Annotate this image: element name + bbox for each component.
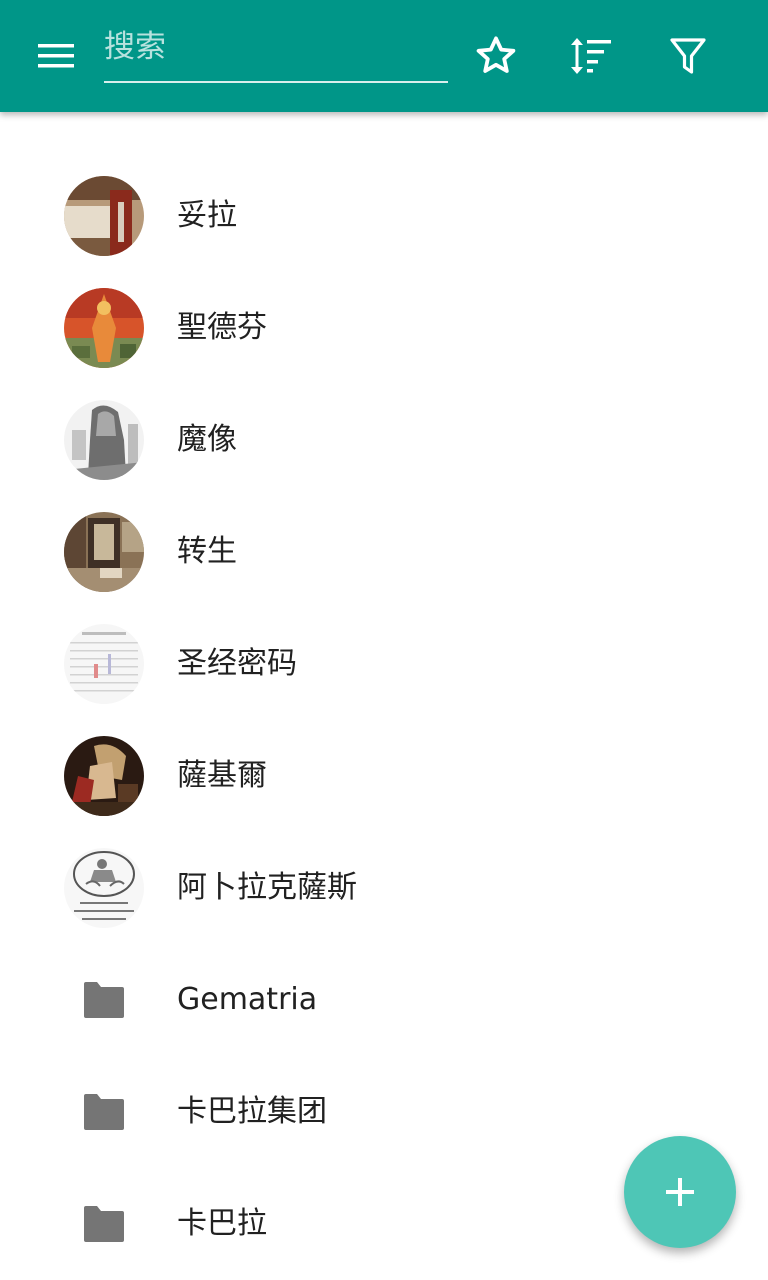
list-item-label: 聖德芬 bbox=[177, 310, 267, 345]
folder-icon bbox=[82, 1092, 126, 1132]
star-outline-icon bbox=[476, 36, 516, 73]
list-item-torah[interactable]: 妥拉 bbox=[0, 160, 768, 272]
favorites-button[interactable] bbox=[472, 32, 520, 80]
list-item-label: 卡巴拉集团 bbox=[177, 1094, 327, 1129]
list-item-label: 薩基爾 bbox=[177, 758, 267, 793]
list-item-label: 阿卜拉克薩斯 bbox=[177, 870, 357, 905]
add-button[interactable] bbox=[624, 1136, 736, 1248]
avatar bbox=[64, 736, 144, 816]
item-list: 妥拉 聖德芬 魔像 转生 圣经密码 薩基爾 阿卜拉克薩斯 Gematria 卡巴… bbox=[0, 160, 768, 1280]
search-field bbox=[104, 26, 448, 83]
avatar bbox=[64, 624, 144, 704]
list-item-folder-gematria[interactable]: Gematria bbox=[0, 944, 768, 1056]
app-bar bbox=[0, 0, 768, 112]
list-item-label: 魔像 bbox=[177, 422, 237, 457]
list-item-label: Gematria bbox=[177, 982, 318, 1017]
list-item-label: 妥拉 bbox=[177, 198, 237, 233]
list-item-label: 圣经密码 bbox=[177, 646, 297, 681]
folder-icon bbox=[82, 980, 126, 1020]
list-item-label: 转生 bbox=[177, 534, 237, 569]
filter-icon bbox=[670, 38, 706, 74]
list-item-sandalphon[interactable]: 聖德芬 bbox=[0, 272, 768, 384]
filter-button[interactable] bbox=[664, 32, 712, 80]
folder-icon bbox=[82, 1204, 126, 1244]
menu-icon bbox=[38, 44, 74, 68]
avatar bbox=[64, 400, 144, 480]
plus-icon bbox=[666, 1178, 694, 1206]
search-input[interactable] bbox=[104, 26, 448, 68]
list-item-zadkiel[interactable]: 薩基爾 bbox=[0, 720, 768, 832]
list-item-bible-code[interactable]: 圣经密码 bbox=[0, 608, 768, 720]
sort-button[interactable] bbox=[567, 32, 615, 80]
avatar bbox=[64, 176, 144, 256]
menu-button[interactable] bbox=[30, 36, 82, 76]
list-item-abraxas[interactable]: 阿卜拉克薩斯 bbox=[0, 832, 768, 944]
sort-icon bbox=[571, 38, 611, 74]
list-item-label: 卡巴拉 bbox=[177, 1206, 267, 1241]
avatar bbox=[64, 288, 144, 368]
avatar bbox=[64, 848, 144, 928]
avatar bbox=[64, 512, 144, 592]
list-item-reincarnation[interactable]: 转生 bbox=[0, 496, 768, 608]
list-item-golem[interactable]: 魔像 bbox=[0, 384, 768, 496]
